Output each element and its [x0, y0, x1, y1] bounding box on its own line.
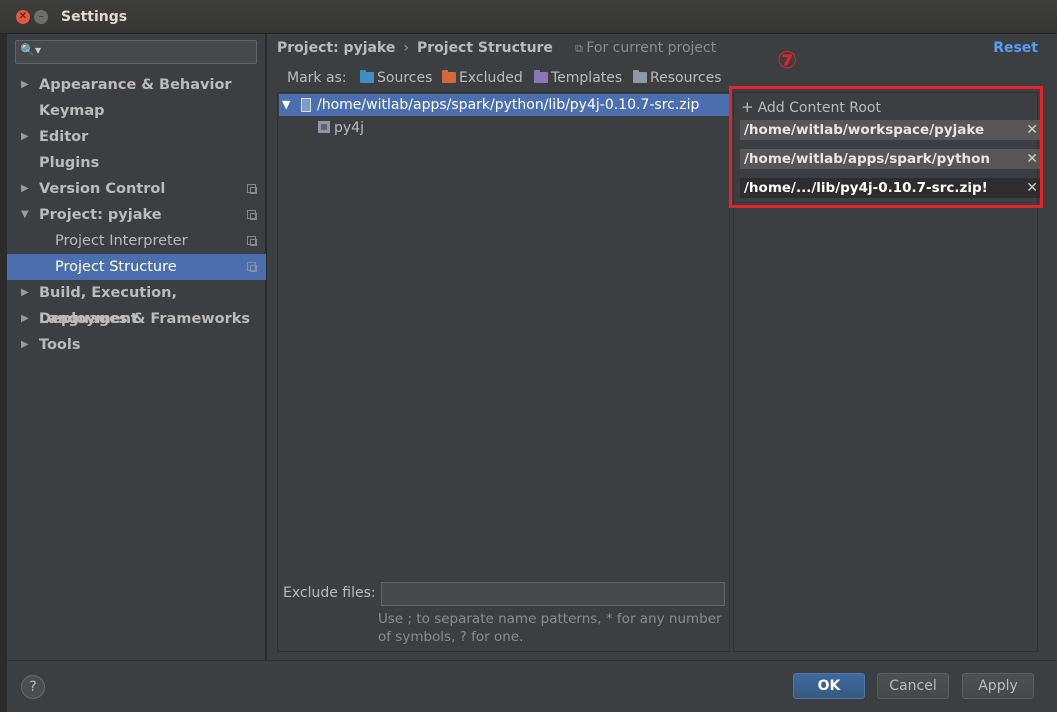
exclude-files-label: Exclude files: — [283, 585, 376, 601]
title-bar: ✕ – Settings — [0, 0, 1057, 34]
dialog-footer: ? OK Cancel Apply — [7, 660, 1057, 712]
annotation-marker: ⑦ — [777, 46, 798, 74]
sidebar-item-label: Project Interpreter — [55, 233, 188, 249]
mark-as-label: Mark as: — [287, 70, 347, 86]
package-icon — [318, 121, 330, 133]
expand-arrow-icon[interactable]: ▶ — [21, 124, 29, 150]
mark-excluded-label: Excluded — [459, 70, 523, 86]
sidebar-item-project-structure[interactable]: Project Structure — [7, 254, 266, 280]
settings-main-panel: Project: pyjake › Project Structure ⧉ For … — [267, 34, 1057, 660]
mark-templates-label: Templates — [551, 70, 623, 86]
highlight-box — [729, 86, 1043, 208]
project-scope-icon — [247, 184, 257, 194]
hint-line-1: Use ; to separate name patterns, * for a… — [378, 611, 722, 627]
search-icon: 🔍▾ — [20, 43, 41, 57]
sidebar-item-project-interpreter[interactable]: Project Interpreter — [7, 228, 266, 254]
mark-sources-label: Sources — [377, 70, 433, 86]
breadcrumb-project: Project: pyjake — [277, 40, 396, 56]
sidebar-item-label: Plugins — [39, 155, 100, 171]
sidebar-item-label: Languages & Frameworks — [39, 311, 251, 327]
project-scope-icon — [247, 210, 257, 220]
templates-folder-icon — [534, 70, 548, 83]
hint-line-2: of symbols, ? for one. — [378, 629, 524, 645]
tree-row-package[interactable]: py4j — [318, 118, 364, 138]
expand-arrow-icon[interactable]: ▶ — [21, 306, 29, 332]
project-scope-icon: ⧉ — [575, 42, 587, 55]
help-button[interactable]: ? — [21, 675, 45, 699]
tree-row-selected[interactable]: ▼ /home/witlab/apps/spark/python/lib/py4… — [279, 94, 730, 116]
content-tree[interactable]: ▼ /home/witlab/apps/spark/python/lib/py4… — [277, 92, 730, 652]
sidebar-item-build-execution-deployment[interactable]: ▶ Build, Execution, Deployment — [7, 280, 266, 327]
sidebar-item-label: Editor — [39, 129, 89, 145]
sidebar-item-editor[interactable]: ▶ Editor — [7, 124, 266, 150]
sidebar-item-languages-frameworks[interactable]: ▶ Languages & Frameworks — [7, 306, 266, 332]
sources-folder-icon — [360, 70, 374, 83]
background-editor-edge — [0, 34, 7, 712]
sidebar-item-keymap[interactable]: Keymap — [7, 98, 266, 124]
sidebar-item-version-control[interactable]: ▶ Version Control — [7, 176, 266, 202]
sidebar-item-label: Project Structure — [55, 259, 177, 275]
window-title: Settings — [61, 9, 128, 25]
reset-link[interactable]: Reset — [993, 40, 1038, 56]
mark-excluded-button[interactable]: Excluded — [442, 70, 523, 86]
settings-search-input[interactable]: 🔍▾ — [15, 40, 257, 64]
project-scope-icon — [247, 262, 257, 272]
sidebar-item-label: Appearance & Behavior — [39, 77, 232, 93]
resources-folder-icon — [633, 70, 647, 83]
mark-resources-button[interactable]: Resources — [633, 70, 722, 86]
for-current-project-text: For current project — [586, 40, 717, 56]
expand-arrow-icon[interactable]: ▶ — [21, 72, 29, 98]
sidebar-item-label: Tools — [39, 337, 81, 353]
sidebar-item-tools[interactable]: ▶ Tools — [7, 332, 266, 358]
exclude-files-input[interactable] — [381, 582, 725, 606]
sidebar-item-plugins[interactable]: Plugins — [7, 150, 266, 176]
breadcrumb: Project: pyjake › Project Structure — [277, 40, 553, 56]
settings-sidebar: 🔍▾ ▶ Appearance & Behavior Keymap ▶ Edit… — [7, 34, 266, 660]
mark-templates-button[interactable]: Templates — [534, 70, 622, 86]
sidebar-item-label: Version Control — [39, 181, 166, 197]
for-current-project-note: ⧉ For current project — [575, 40, 716, 56]
excluded-folder-icon — [442, 70, 456, 83]
breadcrumb-separator: › — [403, 40, 409, 56]
collapse-arrow-icon[interactable]: ▼ — [21, 202, 29, 228]
tree-row-label: py4j — [334, 120, 364, 136]
window-minimize-button[interactable]: – — [34, 10, 48, 24]
expand-arrow-icon[interactable]: ▶ — [21, 280, 29, 306]
archive-icon — [301, 98, 311, 112]
collapse-arrow-icon[interactable]: ▼ — [282, 94, 290, 116]
mark-sources-button[interactable]: Sources — [360, 70, 432, 86]
cancel-button[interactable]: Cancel — [877, 673, 949, 699]
exclude-files-hint: Use ; to separate name patterns, * for a… — [378, 610, 728, 646]
window-close-button[interactable]: ✕ — [16, 10, 30, 24]
sidebar-item-project[interactable]: ▼ Project: pyjake — [7, 202, 266, 228]
apply-button[interactable]: Apply — [962, 673, 1034, 699]
project-scope-icon — [247, 236, 257, 246]
breadcrumb-page: Project Structure — [416, 40, 553, 56]
expand-arrow-icon[interactable]: ▶ — [21, 176, 29, 202]
tree-row-path: /home/witlab/apps/spark/python/lib/py4j-… — [317, 97, 700, 113]
mark-resources-label: Resources — [650, 70, 722, 86]
sidebar-item-label: Keymap — [39, 103, 105, 119]
sidebar-item-appearance-behavior[interactable]: ▶ Appearance & Behavior — [7, 72, 266, 98]
ok-button[interactable]: OK — [793, 673, 865, 699]
expand-arrow-icon[interactable]: ▶ — [21, 332, 29, 358]
sidebar-item-label: Project: pyjake — [39, 207, 162, 223]
